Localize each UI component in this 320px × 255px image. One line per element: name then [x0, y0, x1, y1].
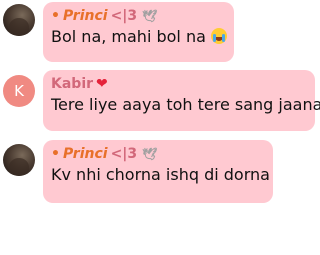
heart-icon: ❤	[96, 76, 108, 92]
sender-name-text: Princi	[62, 8, 108, 24]
crying-face-emoji	[211, 28, 227, 44]
message-bubble[interactable]: • Princi <|3 🕊 Bol na, mahi bol na	[43, 2, 234, 62]
dove-icon: 🕊	[142, 147, 158, 161]
sender-prefix: •	[51, 8, 60, 24]
sender-name[interactable]: Kabir ❤	[51, 74, 307, 94]
sender-name-text: Kabir	[51, 76, 94, 92]
avatar[interactable]: K	[3, 75, 35, 107]
message-text: Kv nhi chorna ishq di dorna	[51, 165, 270, 184]
message-bubble[interactable]: • Princi <|3 🕊 Kv nhi chorna ishq di dorna	[43, 140, 273, 203]
message-text: Bol na, mahi bol na	[51, 26, 227, 48]
avatar[interactable]	[3, 144, 35, 176]
avatar[interactable]	[3, 4, 35, 36]
dove-icon: 🕊	[142, 9, 158, 23]
sender-name[interactable]: • Princi <|3 🕊	[51, 6, 226, 26]
sender-name-text: Princi	[62, 146, 108, 162]
message-bubble[interactable]: Kabir ❤ Tere liye aaya toh tere sang jaan…	[43, 70, 320, 131]
message-text-content: Bol na, mahi bol na	[51, 27, 206, 46]
message-text: Tere liye aaya toh tere sang jaana	[51, 95, 320, 114]
sender-name[interactable]: • Princi <|3 🕊	[51, 144, 265, 164]
sender-suffix: <|3	[110, 146, 138, 162]
sender-prefix: •	[51, 146, 60, 162]
avatar-letter: K	[14, 82, 24, 100]
sender-suffix: <|3	[110, 8, 138, 24]
